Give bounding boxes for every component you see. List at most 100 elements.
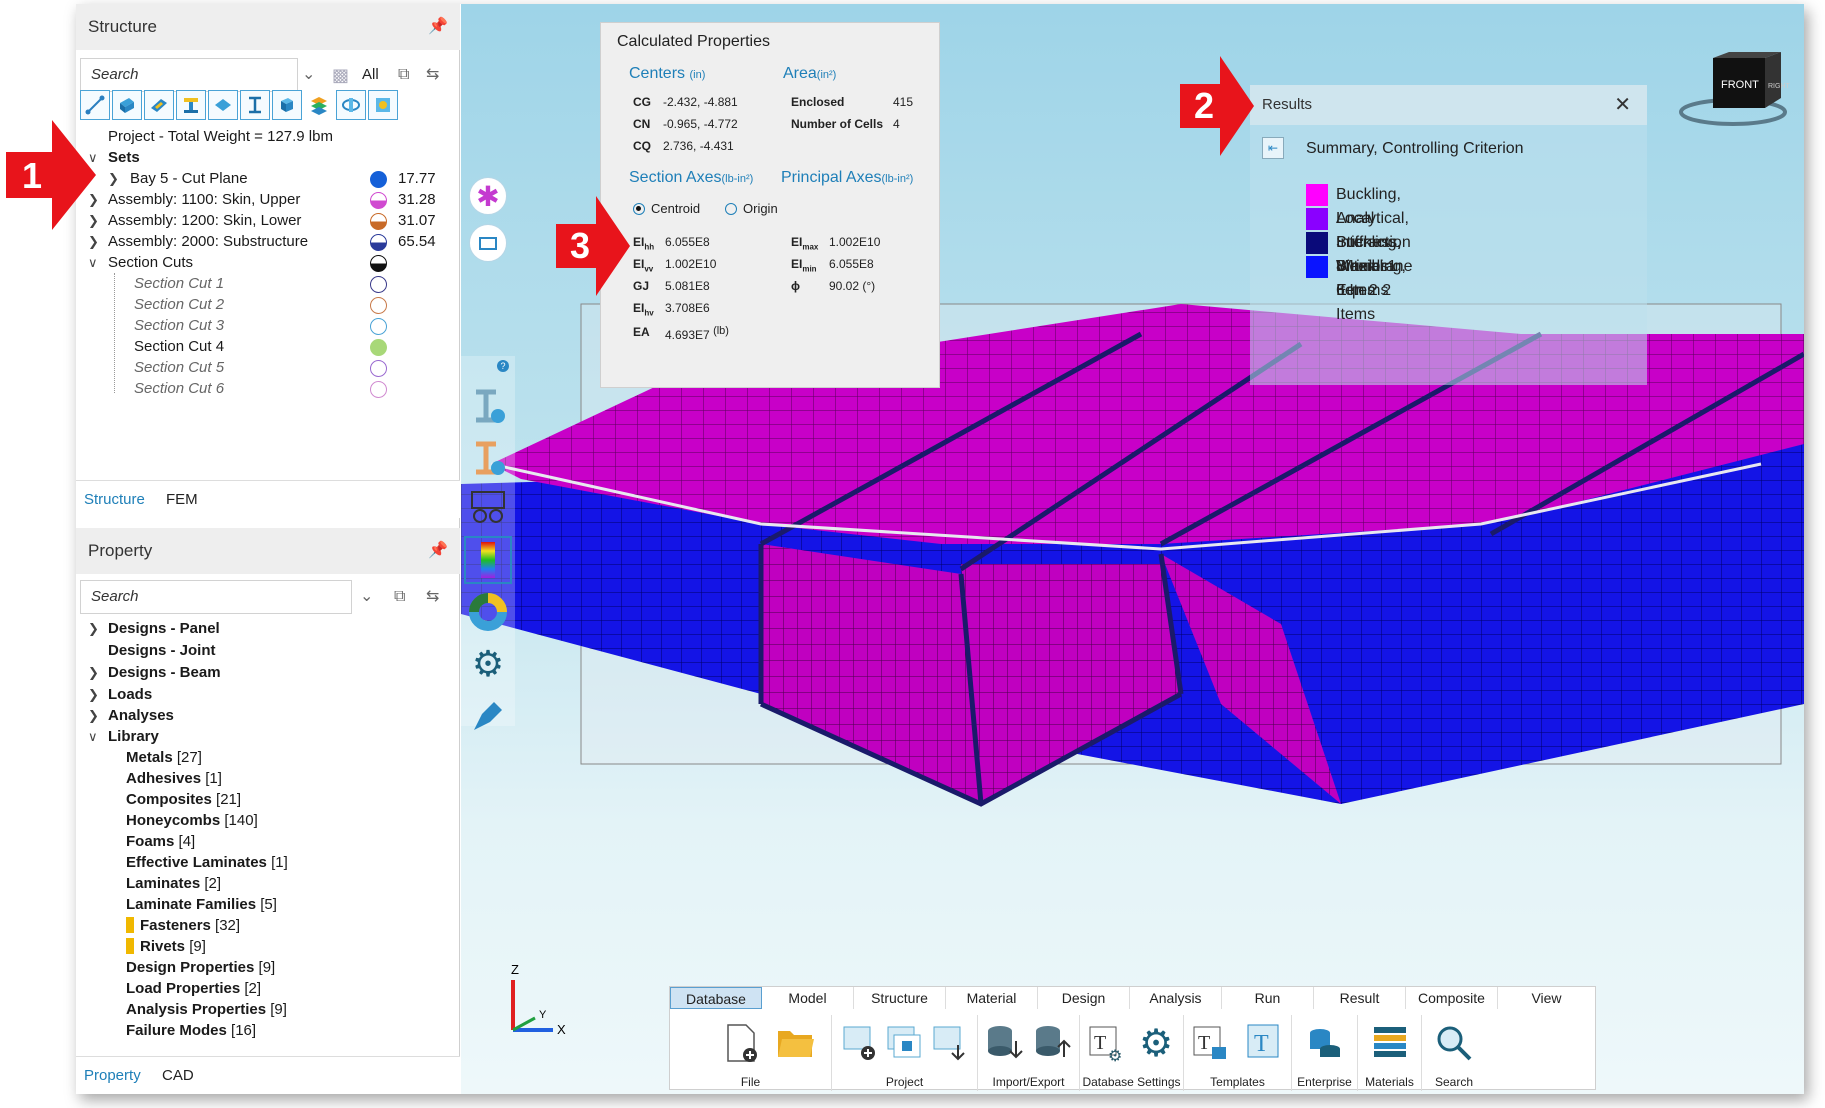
close-icon[interactable]: ✕ [1614, 85, 1631, 125]
glasses-tool[interactable] [464, 484, 512, 532]
set-color-dot[interactable] [370, 234, 387, 251]
chevron-down-icon[interactable]: ⌄ [302, 58, 315, 92]
library-item[interactable]: Rivets [9] [126, 936, 206, 957]
library-item[interactable]: Honeycombs [140] [126, 810, 258, 831]
section-cut-item[interactable]: Section Cut 5 [134, 357, 224, 378]
tab-run[interactable]: Run [1222, 987, 1314, 1009]
export-database-icon[interactable] [1030, 1021, 1074, 1065]
template-settings-icon[interactable]: T ⚙ [1086, 1021, 1130, 1065]
chevron-down-icon[interactable]: ⌄ [360, 580, 373, 614]
tab-analysis[interactable]: Analysis [1130, 987, 1222, 1009]
library-item[interactable]: Failure Modes [16] [126, 1020, 256, 1041]
color-scale-tool[interactable] [464, 536, 512, 584]
pin-icon[interactable]: 📌 [428, 528, 448, 574]
pin-icon[interactable]: 📌 [428, 4, 448, 50]
asterisk-tool-button[interactable]: ✱ [469, 177, 507, 215]
help-icon[interactable]: ? [497, 360, 509, 372]
library-item[interactable]: Metals [27] [126, 747, 202, 768]
tab-result[interactable]: Result [1314, 987, 1406, 1009]
open-folder-icon[interactable] [774, 1021, 818, 1065]
export-project-icon[interactable] [928, 1021, 972, 1065]
section-cut-item[interactable]: Section Cut 1 [134, 273, 224, 294]
search-group-label: Search [1434, 1075, 1474, 1089]
mesh-icon[interactable] [368, 90, 398, 120]
pen-tool[interactable] [464, 692, 512, 740]
tab-design[interactable]: Design [1038, 987, 1130, 1009]
left-panel: Structure 📌 Search ⌄ ▩ All ⧉ ⇆ Project -… [76, 4, 460, 1094]
layers-icon[interactable] [304, 90, 334, 120]
view-cube[interactable]: FRONT RIGHT [1673, 50, 1793, 130]
section-cut-dot[interactable] [370, 276, 387, 293]
section-cut-dot[interactable] [370, 360, 387, 377]
database-gear-icon[interactable]: ⚙ [1134, 1021, 1178, 1065]
structure-search-input[interactable]: Search [80, 58, 298, 92]
enterprise-database-icon[interactable] [1302, 1021, 1346, 1065]
property-search-input[interactable]: Search [80, 580, 352, 614]
new-project-icon[interactable] [838, 1021, 882, 1065]
all-filter-label[interactable]: All [362, 66, 379, 83]
set-color-dot[interactable] [370, 171, 387, 188]
donut-chart-tool[interactable] [464, 588, 512, 636]
ibeam-icon[interactable] [240, 90, 270, 120]
skin-icon[interactable] [144, 90, 174, 120]
settings-view-tool[interactable]: ⚙ [464, 640, 512, 688]
template-icon[interactable]: T [1240, 1021, 1284, 1065]
library-item[interactable]: Laminate Families [5] [126, 894, 277, 915]
library-item[interactable]: Adhesives [1] [126, 768, 222, 789]
solid-icon[interactable] [272, 90, 302, 120]
section-cut-dot[interactable] [370, 297, 387, 314]
library-item[interactable]: Laminates [2] [126, 873, 221, 894]
project-row[interactable]: Project - Total Weight = 127.9 lbm [108, 126, 333, 147]
search-icon[interactable] [1432, 1021, 1476, 1065]
set-color-dot[interactable] [370, 213, 387, 230]
sync-icon[interactable]: ⇆ [426, 58, 439, 92]
tab-view[interactable]: View [1498, 987, 1595, 1009]
library-item[interactable]: Load Properties [2] [126, 978, 261, 999]
library-item[interactable]: Analysis Properties [9] [126, 999, 287, 1020]
section-cut-dot[interactable] [370, 381, 387, 398]
frame-tool-button[interactable] [469, 224, 507, 262]
tab-model[interactable]: Model [762, 987, 854, 1009]
tab-fem[interactable]: FEM [166, 491, 198, 508]
tab-structure[interactable]: Structure [84, 491, 145, 508]
library-item[interactable]: Effective Laminates [1] [126, 852, 288, 873]
ibeam-check-tool[interactable] [464, 434, 512, 482]
section-cut-item[interactable]: Section Cut 3 [134, 315, 224, 336]
section-cut-dot[interactable] [370, 318, 387, 335]
new-file-icon[interactable] [720, 1021, 764, 1065]
section-cuts-row[interactable]: ∨ Section Cuts [88, 252, 458, 273]
copy-project-icon[interactable] [882, 1021, 926, 1065]
library-item[interactable]: Design Properties [9] [126, 957, 275, 978]
sync-icon[interactable]: ⇆ [426, 580, 439, 614]
section-cut-dot[interactable] [370, 339, 387, 356]
beam-icon[interactable] [176, 90, 206, 120]
origin-radio[interactable]: Origin [725, 201, 778, 216]
tab-material[interactable]: Material [946, 987, 1038, 1009]
tab-composite[interactable]: Composite [1406, 987, 1498, 1009]
tab-cad[interactable]: CAD [162, 1067, 194, 1084]
set-color-dot[interactable] [370, 192, 387, 209]
library-item[interactable]: Composites [21] [126, 789, 241, 810]
project-group-label: Project [885, 1075, 924, 1089]
section-cut-item[interactable]: Section Cut 2 [134, 294, 224, 315]
tab-structure-ribbon[interactable]: Structure [854, 987, 946, 1009]
library-item[interactable]: Fasteners [32] [126, 915, 240, 936]
panel-icon[interactable] [112, 90, 142, 120]
tree-view-icon[interactable] [80, 90, 110, 120]
section-cut-icon[interactable] [336, 90, 366, 120]
tab-database[interactable]: Database [670, 987, 762, 1009]
tab-property[interactable]: Property [84, 1067, 141, 1084]
copy-icon[interactable]: ⧉ [394, 580, 405, 614]
template-save-icon[interactable]: T [1190, 1021, 1234, 1065]
section-cuts-dot[interactable] [370, 255, 387, 272]
library-item[interactable]: Foams [4] [126, 831, 195, 852]
section-cut-item[interactable]: Section Cut 6 [134, 378, 224, 399]
plate-icon[interactable] [208, 90, 238, 120]
materials-stack-icon[interactable] [1368, 1021, 1412, 1065]
ibeam-play-tool[interactable] [464, 382, 512, 430]
cube-filter-icon[interactable]: ▩ [332, 58, 349, 92]
enterprise-group: Enterprise [1292, 1015, 1358, 1091]
import-database-icon[interactable] [982, 1021, 1026, 1065]
copy-icon[interactable]: ⧉ [398, 58, 409, 92]
section-cut-item[interactable]: Section Cut 4 [134, 336, 224, 357]
